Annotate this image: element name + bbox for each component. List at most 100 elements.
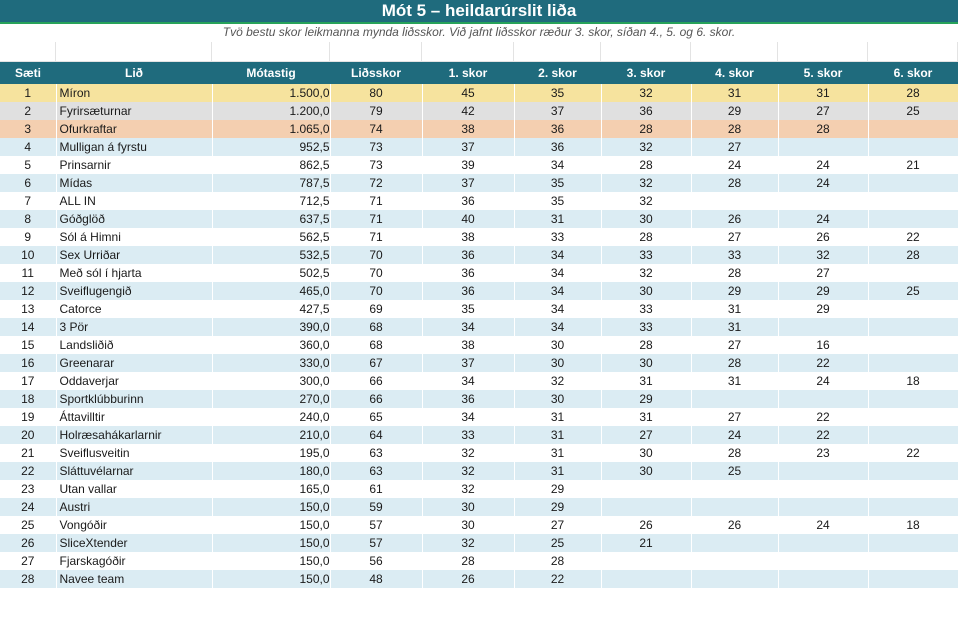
team-score-cell[interactable]: 70 [330, 282, 423, 300]
score-4-cell[interactable] [691, 192, 779, 210]
score-3-cell[interactable]: 32 [601, 264, 692, 282]
score-2-cell[interactable]: 30 [514, 336, 602, 354]
score-2-cell[interactable]: 31 [514, 462, 602, 480]
tournament-points-cell[interactable]: 1.500,0 [212, 84, 331, 102]
score-3-cell[interactable] [601, 570, 692, 588]
score-6-cell[interactable]: 28 [868, 246, 958, 264]
score-1-cell[interactable]: 40 [422, 210, 515, 228]
team-name-cell[interactable]: Navee team [56, 570, 213, 588]
team-score-cell[interactable]: 70 [330, 246, 423, 264]
score-1-cell[interactable]: 37 [422, 138, 515, 156]
team-name-cell[interactable]: Með sól í hjarta [56, 264, 213, 282]
score-1-cell[interactable]: 36 [422, 282, 515, 300]
rank-cell[interactable]: 10 [0, 246, 57, 264]
score-3-cell[interactable]: 32 [601, 174, 692, 192]
team-name-cell[interactable]: Ofurkraftar [56, 120, 213, 138]
score-6-cell[interactable] [868, 570, 958, 588]
team-name-cell[interactable]: Oddaverjar [56, 372, 213, 390]
score-3-cell[interactable]: 32 [601, 84, 692, 102]
score-4-cell[interactable]: 27 [691, 408, 779, 426]
tournament-points-cell[interactable]: 427,5 [212, 300, 331, 318]
rank-cell[interactable]: 13 [0, 300, 57, 318]
team-score-cell[interactable]: 66 [330, 390, 423, 408]
score-5-cell[interactable]: 22 [778, 426, 869, 444]
score-6-cell[interactable] [868, 336, 958, 354]
score-2-cell[interactable]: 35 [514, 174, 602, 192]
score-5-cell[interactable]: 28 [778, 120, 869, 138]
team-name-cell[interactable]: Landsliðið [56, 336, 213, 354]
team-score-cell[interactable]: 80 [330, 84, 423, 102]
team-name-cell[interactable]: Fyrirsæturnar [56, 102, 213, 120]
score-3-cell[interactable]: 30 [601, 210, 692, 228]
rank-cell[interactable]: 25 [0, 516, 57, 534]
rank-cell[interactable]: 16 [0, 354, 57, 372]
score-4-cell[interactable]: 31 [691, 300, 779, 318]
score-2-cell[interactable]: 22 [514, 570, 602, 588]
score-4-cell[interactable]: 25 [691, 462, 779, 480]
rank-cell[interactable]: 5 [0, 156, 57, 174]
score-3-cell[interactable] [601, 480, 692, 498]
team-score-cell[interactable]: 74 [330, 120, 423, 138]
score-6-cell[interactable] [868, 264, 958, 282]
blank-cell[interactable] [330, 42, 422, 61]
score-2-cell[interactable]: 29 [514, 498, 602, 516]
rank-cell[interactable]: 18 [0, 390, 57, 408]
team-name-cell[interactable]: Míron [56, 84, 213, 102]
score-1-cell[interactable]: 32 [422, 534, 515, 552]
column-header-score-1[interactable]: 1. skor [422, 62, 514, 84]
rank-cell[interactable]: 8 [0, 210, 57, 228]
score-6-cell[interactable]: 18 [868, 372, 958, 390]
column-header-score-3[interactable]: 3. skor [601, 62, 691, 84]
score-6-cell[interactable] [868, 552, 958, 570]
score-6-cell[interactable] [868, 498, 958, 516]
score-3-cell[interactable]: 33 [601, 318, 692, 336]
score-4-cell[interactable] [691, 552, 779, 570]
score-5-cell[interactable]: 23 [778, 444, 869, 462]
tournament-points-cell[interactable]: 532,5 [212, 246, 331, 264]
blank-cell[interactable] [0, 42, 56, 61]
team-name-cell[interactable]: ALL IN [56, 192, 213, 210]
team-name-cell[interactable]: 3 Pör [56, 318, 213, 336]
team-score-cell[interactable]: 57 [330, 534, 423, 552]
score-5-cell[interactable] [778, 138, 869, 156]
score-1-cell[interactable]: 32 [422, 462, 515, 480]
score-1-cell[interactable]: 38 [422, 228, 515, 246]
tournament-points-cell[interactable]: 210,0 [212, 426, 331, 444]
score-6-cell[interactable] [868, 462, 958, 480]
score-1-cell[interactable]: 36 [422, 192, 515, 210]
score-6-cell[interactable] [868, 408, 958, 426]
column-header-rank[interactable]: Sæti [0, 62, 56, 84]
team-score-cell[interactable]: 69 [330, 300, 423, 318]
score-4-cell[interactable]: 24 [691, 426, 779, 444]
rank-cell[interactable]: 15 [0, 336, 57, 354]
team-score-cell[interactable]: 64 [330, 426, 423, 444]
score-3-cell[interactable]: 30 [601, 282, 692, 300]
blank-cell[interactable] [691, 42, 778, 61]
score-5-cell[interactable]: 26 [778, 228, 869, 246]
team-name-cell[interactable]: Utan vallar [56, 480, 213, 498]
score-5-cell[interactable]: 31 [778, 84, 869, 102]
score-4-cell[interactable] [691, 390, 779, 408]
score-2-cell[interactable]: 35 [514, 84, 602, 102]
score-1-cell[interactable]: 42 [422, 102, 515, 120]
score-3-cell[interactable]: 21 [601, 534, 692, 552]
score-6-cell[interactable] [868, 210, 958, 228]
team-score-cell[interactable]: 65 [330, 408, 423, 426]
rank-cell[interactable]: 28 [0, 570, 57, 588]
score-4-cell[interactable] [691, 498, 779, 516]
score-5-cell[interactable]: 24 [778, 372, 869, 390]
tournament-points-cell[interactable]: 150,0 [212, 534, 331, 552]
score-2-cell[interactable]: 29 [514, 480, 602, 498]
team-score-cell[interactable]: 71 [330, 192, 423, 210]
team-score-cell[interactable]: 56 [330, 552, 423, 570]
team-name-cell[interactable]: Góðglöð [56, 210, 213, 228]
blank-cell[interactable] [212, 42, 330, 61]
score-1-cell[interactable]: 28 [422, 552, 515, 570]
rank-cell[interactable]: 6 [0, 174, 57, 192]
team-name-cell[interactable]: Sportklúbburinn [56, 390, 213, 408]
score-4-cell[interactable]: 28 [691, 120, 779, 138]
tournament-points-cell[interactable]: 1.065,0 [212, 120, 331, 138]
rank-cell[interactable]: 7 [0, 192, 57, 210]
score-3-cell[interactable]: 32 [601, 192, 692, 210]
rank-cell[interactable]: 26 [0, 534, 57, 552]
